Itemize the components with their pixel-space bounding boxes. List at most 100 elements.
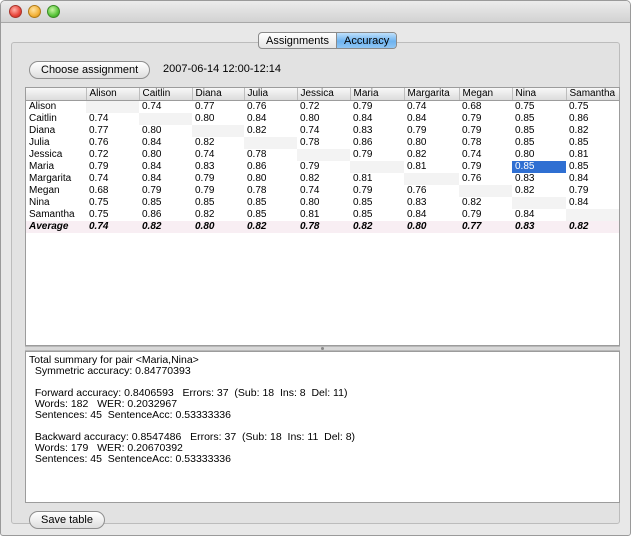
accuracy-table-scroll[interactable]: Alison Caitlin Diana Julia Jessica Maria Marga… xyxy=(25,87,620,346)
table-cell[interactable]: 0.82 xyxy=(404,149,459,161)
table-row[interactable]: Megan 0.68 0.79 0.79 0.78 0.74 0.79 0.76 0.82 0.7… xyxy=(26,184,619,197)
table-cell[interactable]: 0.79 xyxy=(350,149,404,161)
table-cell[interactable]: 0.84 xyxy=(350,113,404,125)
table-cell[interactable]: 0.77 xyxy=(86,125,139,137)
table-cell[interactable]: 0.78 xyxy=(244,185,297,197)
table-cell[interactable]: 0.79 xyxy=(192,185,244,197)
table-cell[interactable]: 0.79 xyxy=(404,125,459,137)
average-cell[interactable]: 0.82 xyxy=(350,220,404,233)
average-cell[interactable]: 0.80 xyxy=(404,220,459,233)
table-cell[interactable] xyxy=(566,208,619,221)
table-cell[interactable] xyxy=(350,160,404,173)
column-header[interactable]: Julia xyxy=(244,88,298,101)
average-label[interactable]: Average xyxy=(26,220,86,233)
table-cell[interactable] xyxy=(244,136,297,149)
choose-assignment-button[interactable]: Choose assignment xyxy=(29,61,151,79)
table-cell[interactable]: 0.80 xyxy=(297,113,350,125)
table-cell[interactable]: 0.79 xyxy=(86,161,139,173)
table-cell[interactable]: 0.74 xyxy=(459,149,512,161)
table-cell[interactable]: 0.85 xyxy=(512,113,566,125)
table-cell[interactable]: 0.86 xyxy=(139,209,192,221)
row-label[interactable]: Alison xyxy=(26,100,86,113)
table-cell[interactable]: 0.82 xyxy=(192,137,244,149)
table-cell[interactable]: 0.78 xyxy=(459,137,512,149)
table-cell[interactable]: 0.78 xyxy=(297,137,350,149)
table-cell[interactable]: 0.79 xyxy=(297,161,350,173)
table-row[interactable]: Jessica 0.72 0.80 0.74 0.78 0.79 0.82 0.74 0.80 0… xyxy=(26,148,619,161)
table-cell[interactable]: 0.68 xyxy=(459,100,512,113)
table-cell[interactable]: 0.72 xyxy=(297,100,350,113)
column-header[interactable]: Alison xyxy=(86,88,140,101)
table-cell[interactable]: 0.79 xyxy=(459,125,512,137)
table-cell[interactable]: 0.85 xyxy=(350,197,404,209)
table-cell[interactable]: 0.79 xyxy=(459,113,512,125)
table-cell[interactable]: 0.79 xyxy=(566,185,619,197)
row-label[interactable]: Julia xyxy=(26,137,86,149)
table-cell[interactable] xyxy=(297,148,350,161)
average-cell[interactable]: 0.74 xyxy=(86,220,139,233)
table-cell[interactable]: 0.82 xyxy=(244,125,297,137)
table-cell[interactable]: 0.81 xyxy=(404,161,459,173)
column-header[interactable]: Maria xyxy=(350,88,405,101)
table-cell[interactable]: 0.74 xyxy=(139,100,192,113)
row-label[interactable]: Caitlin xyxy=(26,113,86,125)
table-cell[interactable]: 0.84 xyxy=(566,173,619,185)
save-table-button[interactable]: Save table xyxy=(29,511,105,529)
table-row[interactable]: Caitlin 0.74 0.80 0.84 0.80 0.84 0.84 0.79 0.85 0… xyxy=(26,112,619,125)
table-cell[interactable]: 0.74 xyxy=(297,125,350,137)
table-cell[interactable]: 0.80 xyxy=(139,125,192,137)
table-cell[interactable]: 0.84 xyxy=(139,161,192,173)
table-cell[interactable]: 0.76 xyxy=(86,137,139,149)
table-cell[interactable]: 0.83 xyxy=(404,197,459,209)
table-cell[interactable]: 0.84 xyxy=(244,113,297,125)
average-row[interactable]: Average 0.74 0.82 0.80 0.82 0.78 0.82 0.80 0.77 0… xyxy=(26,220,619,233)
table-cell[interactable]: 0.84 xyxy=(566,197,619,209)
table-row[interactable]: Nina 0.75 0.85 0.85 0.85 0.80 0.85 0.83 0.82 0.84 xyxy=(26,196,619,209)
column-header[interactable]: Megan xyxy=(459,88,513,101)
column-header[interactable]: Jessica xyxy=(297,88,351,101)
table-cell[interactable]: 0.79 xyxy=(350,185,404,197)
tab-accuracy[interactable]: Accuracy xyxy=(335,33,397,48)
table-row[interactable]: Samantha 0.75 0.86 0.82 0.85 0.81 0.85 0.84 0.79… xyxy=(26,208,619,221)
table-cell[interactable]: 0.81 xyxy=(297,209,350,221)
table-cell[interactable]: 0.82 xyxy=(566,125,619,137)
average-cell[interactable]: 0.78 xyxy=(297,220,350,233)
summary-text-area[interactable]: Total summary for pair <Maria,Nina> Symm… xyxy=(25,351,620,503)
table-cell[interactable]: 0.85 xyxy=(512,160,566,173)
table-cell[interactable]: 0.80 xyxy=(297,197,350,209)
table-cell[interactable]: 0.76 xyxy=(244,100,297,113)
table-cell[interactable]: 0.80 xyxy=(404,137,459,149)
row-label[interactable]: Megan xyxy=(26,185,86,197)
table-cell[interactable]: 0.84 xyxy=(404,209,459,221)
table-cell[interactable]: 0.80 xyxy=(139,149,192,161)
row-label[interactable]: Samantha xyxy=(26,209,86,221)
table-cell[interactable] xyxy=(86,100,139,113)
table-cell[interactable]: 0.85 xyxy=(244,197,297,209)
table-cell[interactable]: 0.85 xyxy=(566,137,619,149)
table-cell[interactable]: 0.75 xyxy=(86,209,139,221)
column-header-corner[interactable] xyxy=(26,88,87,101)
table-cell[interactable]: 0.86 xyxy=(244,161,297,173)
table-cell[interactable] xyxy=(459,184,512,197)
table-cell[interactable]: 0.82 xyxy=(512,185,566,197)
row-label[interactable]: Margarita xyxy=(26,173,86,185)
table-cell[interactable] xyxy=(192,124,244,137)
table-cell[interactable]: 0.84 xyxy=(512,209,566,221)
table-cell[interactable]: 0.74 xyxy=(86,113,139,125)
table-cell[interactable]: 0.79 xyxy=(350,100,404,113)
table-cell[interactable]: 0.85 xyxy=(139,197,192,209)
table-cell[interactable]: 0.68 xyxy=(86,185,139,197)
table-row[interactable]: Margarita 0.74 0.84 0.79 0.80 0.82 0.81 0.76 0.8… xyxy=(26,172,619,185)
table-cell[interactable]: 0.75 xyxy=(512,100,566,113)
table-cell[interactable]: 0.74 xyxy=(86,173,139,185)
table-cell[interactable]: 0.75 xyxy=(86,197,139,209)
row-label[interactable]: Diana xyxy=(26,125,86,137)
table-cell[interactable]: 0.79 xyxy=(459,161,512,173)
column-header[interactable]: Samantha xyxy=(566,88,619,101)
table-cell[interactable]: 0.85 xyxy=(244,209,297,221)
average-cell[interactable]: 0.82 xyxy=(566,220,619,233)
table-cell[interactable]: 0.83 xyxy=(512,173,566,185)
average-cell[interactable]: 0.83 xyxy=(512,220,566,233)
tab-assignments[interactable]: Assignments xyxy=(259,33,336,48)
column-header[interactable]: Diana xyxy=(192,88,245,101)
